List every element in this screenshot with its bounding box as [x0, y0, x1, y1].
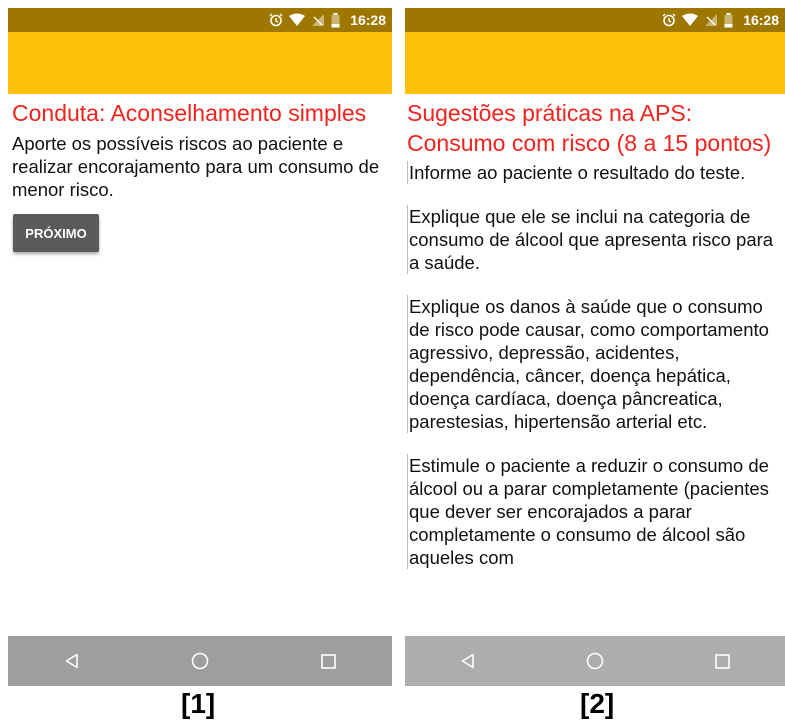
status-bar: 16:28	[8, 8, 392, 32]
screen-2: 16:28 Sugestões práticas na APS: Consumo…	[405, 8, 785, 686]
wifi-icon	[682, 13, 699, 27]
app-bar	[405, 32, 785, 94]
page-title: Sugestões práticas na APS: Consumo com r…	[407, 100, 772, 156]
home-icon[interactable]	[586, 652, 604, 670]
status-time: 16:28	[743, 12, 779, 28]
content-area: Conduta: Aconselhamento simples Aporte o…	[8, 94, 392, 686]
no-signal-icon	[704, 13, 718, 27]
next-button[interactable]: PRÓXIMO	[13, 214, 99, 252]
wifi-icon	[289, 13, 306, 27]
app-bar	[8, 32, 392, 94]
nav-bar	[8, 636, 392, 686]
suggestion-paragraph: Explique os danos à saúde que o consumo …	[407, 295, 785, 433]
suggestion-paragraph: Explique que ele se inclui na categoria …	[407, 205, 785, 274]
back-icon[interactable]	[64, 653, 80, 669]
advice-text: Aporte os possíveis riscos ao paciente e…	[12, 133, 380, 200]
screen-2-caption: [2]	[580, 688, 615, 719]
alarm-icon	[662, 13, 676, 27]
recents-icon[interactable]	[715, 653, 730, 669]
screen-1: 16:28 Conduta: Aconselhamento simples Ap…	[8, 8, 392, 686]
suggestion-paragraph: Informe ao paciente o resultado do teste…	[407, 161, 785, 184]
no-signal-icon	[311, 13, 325, 27]
nav-bar	[405, 636, 785, 686]
suggestion-paragraph: Estimule o paciente a reduzir o consumo …	[407, 454, 785, 569]
status-bar: 16:28	[405, 8, 785, 32]
recents-icon[interactable]	[321, 653, 336, 669]
screen-1-caption: [1]	[181, 688, 216, 719]
back-icon[interactable]	[460, 653, 476, 669]
suggestions-list: Informe ao paciente o resultado do teste…	[407, 161, 785, 569]
content-area: Sugestões práticas na APS: Consumo com r…	[405, 94, 785, 686]
battery-icon	[724, 12, 733, 28]
status-time: 16:28	[350, 12, 386, 28]
alarm-icon	[269, 13, 283, 27]
page-title: Conduta: Aconselhamento simples	[12, 100, 367, 126]
battery-icon	[331, 12, 340, 28]
home-icon[interactable]	[191, 652, 209, 670]
